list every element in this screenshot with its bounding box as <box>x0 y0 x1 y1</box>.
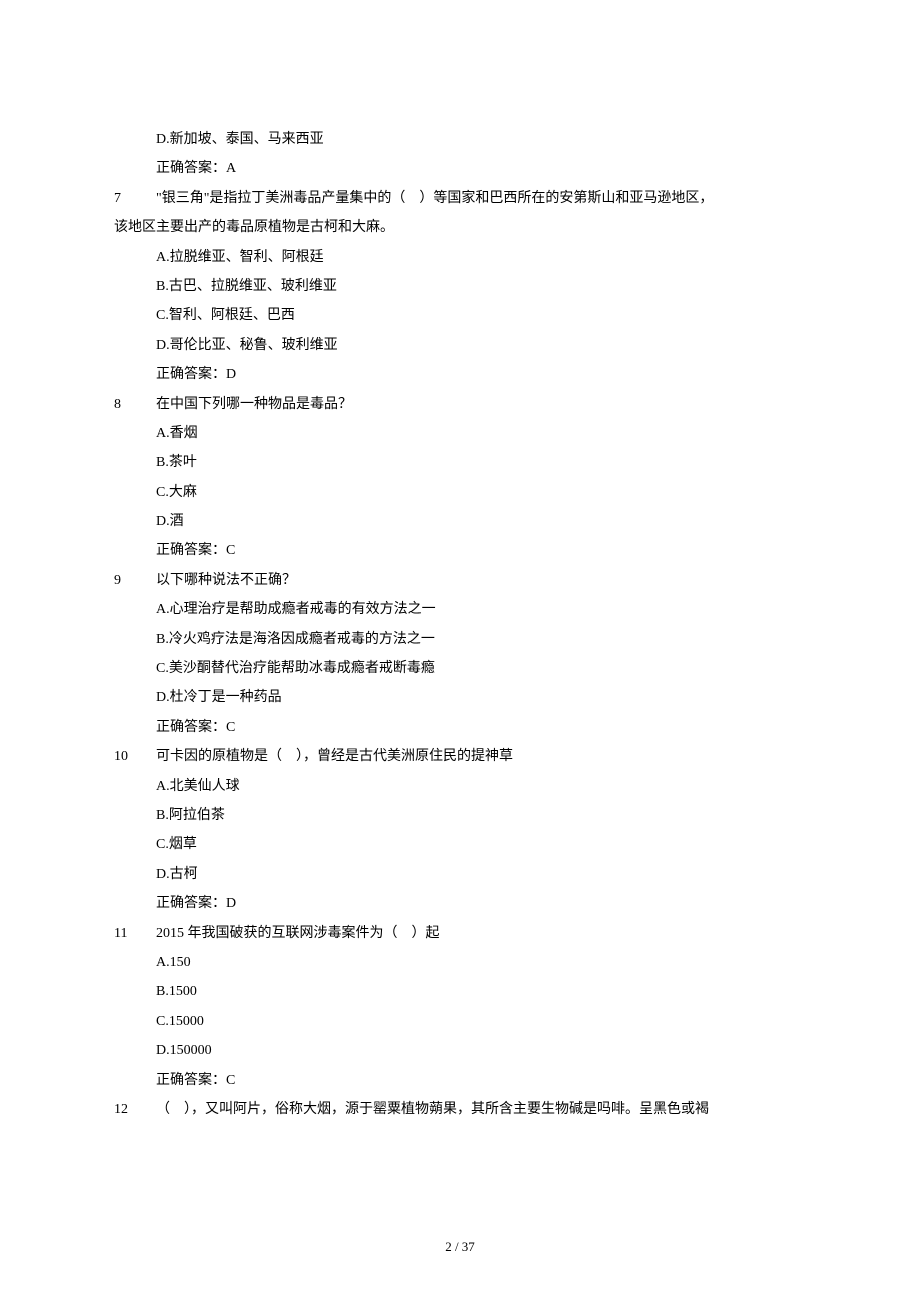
question-6-tail: D.新加坡、泰国、马来西亚 正确答案：A <box>114 125 806 184</box>
option-b: B.茶叶 <box>114 448 806 477</box>
question-text: （ ），又叫阿片，俗称大烟，源于罂粟植物蒴果，其所含主要生物碱是吗啡。呈黑色或褐 <box>156 1095 806 1124</box>
question-number: 10 <box>114 742 156 771</box>
option-d: D.哥伦比亚、秘鲁、玻利维亚 <box>114 331 806 360</box>
question-7: 7 "银三角"是指拉丁美洲毒品产量集中的（ ）等国家和巴西所在的安第斯山和亚马逊… <box>114 184 806 390</box>
question-9: 9 以下哪种说法不正确？ A.心理治疗是帮助成瘾者戒毒的有效方法之一 B.冷火鸡… <box>114 566 806 742</box>
option-a: A.北美仙人球 <box>114 772 806 801</box>
question-stem: 10 可卡因的原植物是（ ），曾经是古代美洲原住民的提神草 <box>114 742 806 771</box>
question-stem: 12 （ ），又叫阿片，俗称大烟，源于罂粟植物蒴果，其所含主要生物碱是吗啡。呈黑… <box>114 1095 806 1124</box>
option-a: A.150 <box>114 948 806 977</box>
question-text: 2015 年我国破获的互联网涉毒案件为（ ）起 <box>156 919 806 948</box>
correct-answer: 正确答案：A <box>114 154 806 183</box>
option-d: D.新加坡、泰国、马来西亚 <box>114 125 806 154</box>
option-b: B.阿拉伯茶 <box>114 801 806 830</box>
question-number: 9 <box>114 566 156 595</box>
question-stem: 11 2015 年我国破获的互联网涉毒案件为（ ）起 <box>114 919 806 948</box>
option-b: B.冷火鸡疗法是海洛因成瘾者戒毒的方法之一 <box>114 625 806 654</box>
question-number: 11 <box>114 919 156 948</box>
option-a: A.心理治疗是帮助成瘾者戒毒的有效方法之一 <box>114 595 806 624</box>
question-number: 12 <box>114 1095 156 1124</box>
question-stem: 9 以下哪种说法不正确？ <box>114 566 806 595</box>
option-d: D.150000 <box>114 1036 806 1065</box>
question-12: 12 （ ），又叫阿片，俗称大烟，源于罂粟植物蒴果，其所含主要生物碱是吗啡。呈黑… <box>114 1095 806 1124</box>
option-a: A.香烟 <box>114 419 806 448</box>
correct-answer: 正确答案：C <box>114 1066 806 1095</box>
question-text-cont: 该地区主要出产的毒品原植物是古柯和大麻。 <box>114 213 806 242</box>
option-c: C.15000 <box>114 1007 806 1036</box>
question-number: 8 <box>114 390 156 419</box>
correct-answer: 正确答案：C <box>114 713 806 742</box>
page-number: 2 / 37 <box>0 1233 920 1260</box>
option-d: D.古柯 <box>114 860 806 889</box>
question-stem: 8 在中国下列哪一种物品是毒品？ <box>114 390 806 419</box>
question-text: 可卡因的原植物是（ ），曾经是古代美洲原住民的提神草 <box>156 742 806 771</box>
option-d: D.酒 <box>114 507 806 536</box>
question-8: 8 在中国下列哪一种物品是毒品？ A.香烟 B.茶叶 C.大麻 D.酒 正确答案… <box>114 390 806 566</box>
option-b: B.1500 <box>114 977 806 1006</box>
question-stem: 7 "银三角"是指拉丁美洲毒品产量集中的（ ）等国家和巴西所在的安第斯山和亚马逊… <box>114 184 806 213</box>
correct-answer: 正确答案：D <box>114 889 806 918</box>
question-text: 以下哪种说法不正确？ <box>156 566 806 595</box>
document-page: D.新加坡、泰国、马来西亚 正确答案：A 7 "银三角"是指拉丁美洲毒品产量集中… <box>0 0 920 1302</box>
question-10: 10 可卡因的原植物是（ ），曾经是古代美洲原住民的提神草 A.北美仙人球 B.… <box>114 742 806 918</box>
option-a: A.拉脱维亚、智利、阿根廷 <box>114 243 806 272</box>
option-c: C.智利、阿根廷、巴西 <box>114 301 806 330</box>
option-d: D.杜冷丁是一种药品 <box>114 683 806 712</box>
option-c: C.大麻 <box>114 478 806 507</box>
option-c: C.烟草 <box>114 830 806 859</box>
question-11: 11 2015 年我国破获的互联网涉毒案件为（ ）起 A.150 B.1500 … <box>114 919 806 1095</box>
correct-answer: 正确答案：C <box>114 536 806 565</box>
question-text: "银三角"是指拉丁美洲毒品产量集中的（ ）等国家和巴西所在的安第斯山和亚马逊地区… <box>156 184 806 213</box>
question-text: 在中国下列哪一种物品是毒品？ <box>156 390 806 419</box>
question-number: 7 <box>114 184 156 213</box>
correct-answer: 正确答案：D <box>114 360 806 389</box>
option-b: B.古巴、拉脱维亚、玻利维亚 <box>114 272 806 301</box>
option-c: C.美沙酮替代治疗能帮助冰毒成瘾者戒断毒瘾 <box>114 654 806 683</box>
